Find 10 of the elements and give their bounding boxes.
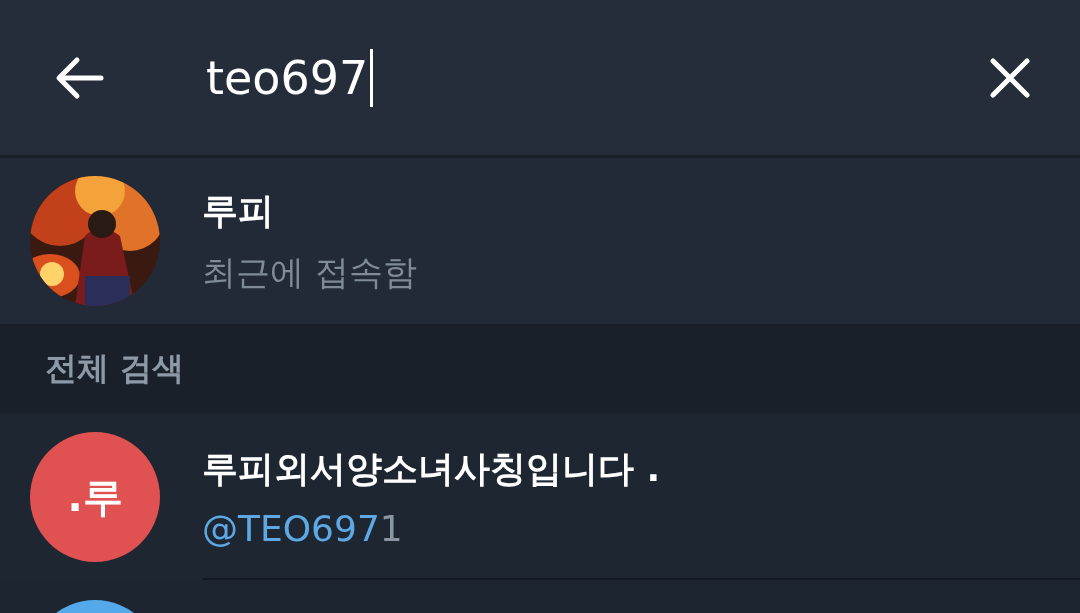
section-title: 전체 검색 <box>45 348 185 389</box>
last-seen-status: 최근에 접속함 <box>202 250 417 294</box>
result-name: 루피외서양소녀사칭입니다 . <box>202 447 661 491</box>
contact-name: 루피 <box>202 188 275 233</box>
username: @TEO6971 <box>202 508 404 549</box>
contact-row[interactable]: 루피 최근에 접속함 <box>0 158 1080 324</box>
close-icon <box>990 57 1030 98</box>
avatar: .루 <box>30 432 160 562</box>
back-arrow-icon <box>55 55 105 100</box>
search-field[interactable]: teo697 <box>206 42 884 113</box>
